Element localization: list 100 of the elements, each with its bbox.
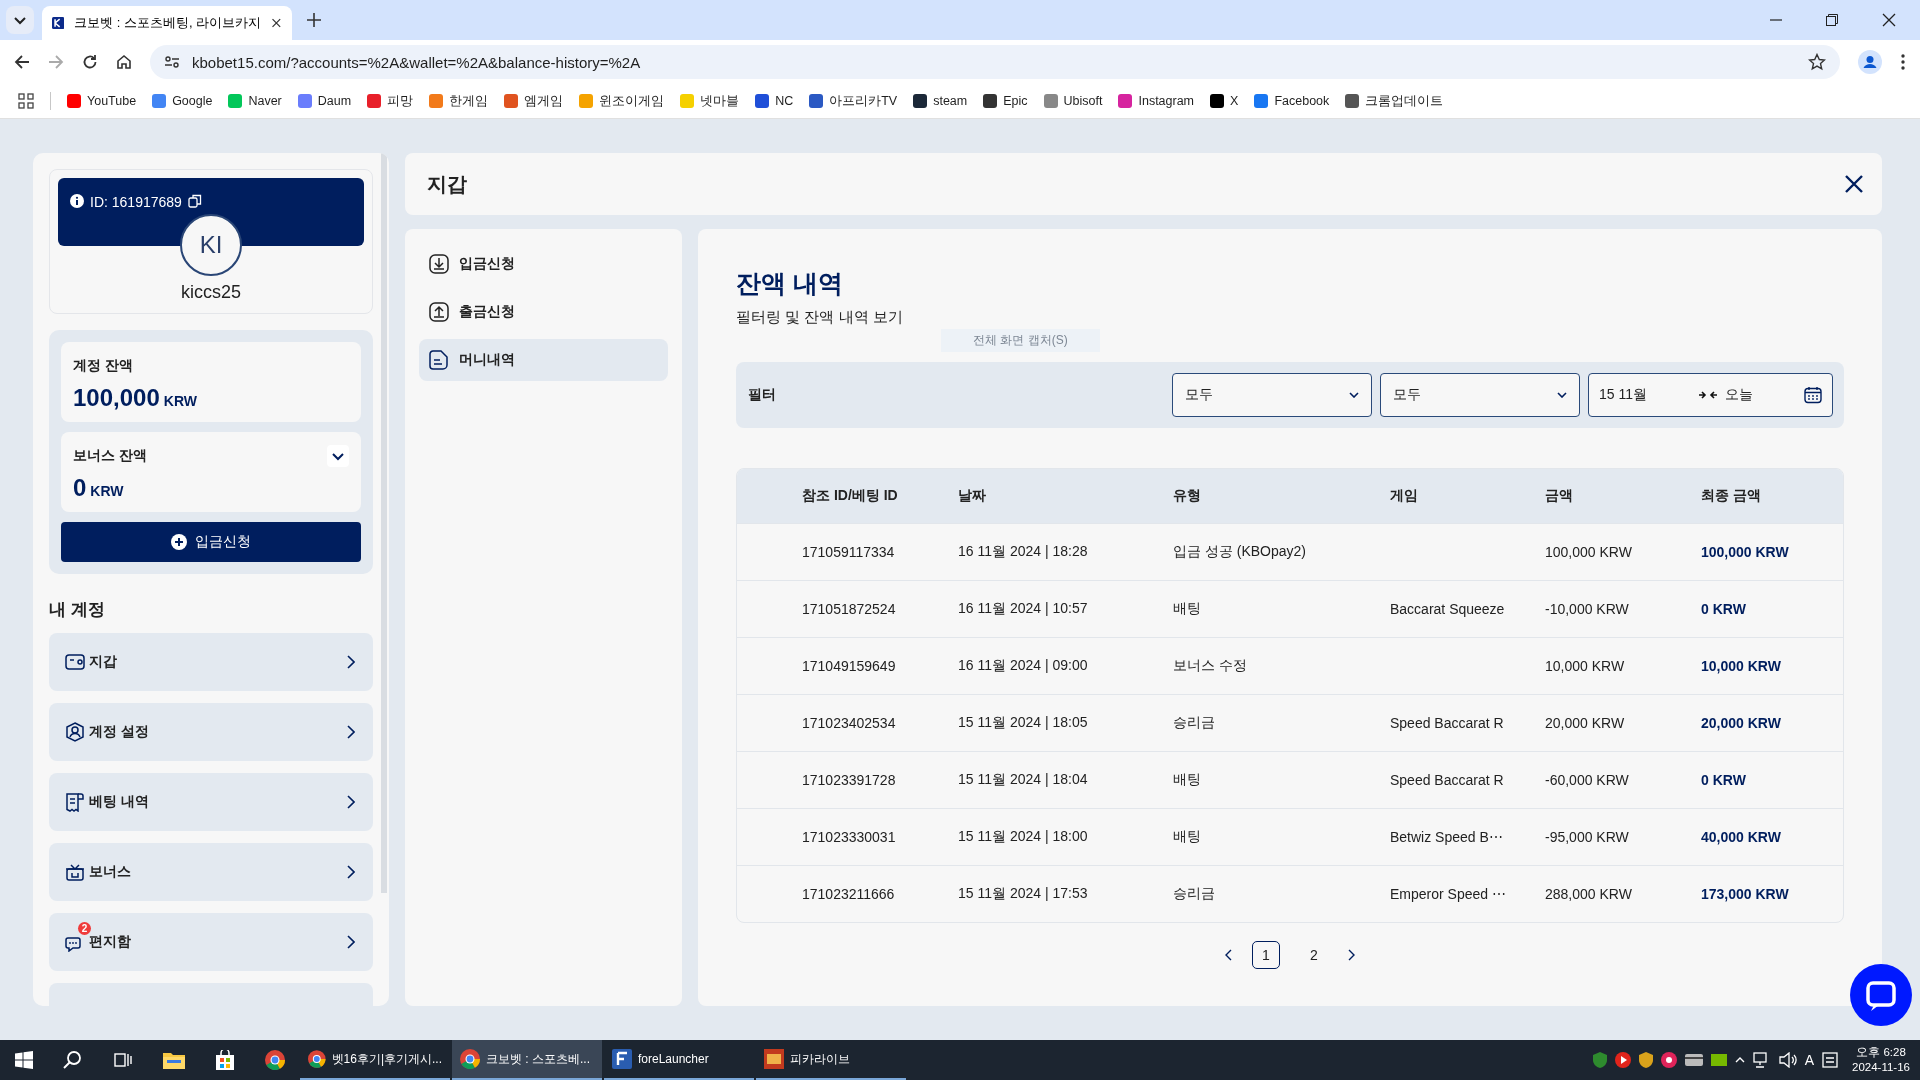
page-button[interactable]: 1 bbox=[1252, 941, 1280, 969]
more-icon[interactable] bbox=[1900, 53, 1906, 71]
bookmark-link[interactable]: steam bbox=[933, 94, 968, 108]
taskbar-window[interactable]: foreLauncher bbox=[604, 1040, 754, 1080]
restore-icon[interactable] bbox=[1826, 14, 1838, 26]
wallet-icon bbox=[65, 652, 85, 672]
menu-item[interactable]: 베팅 내역 bbox=[49, 773, 373, 831]
bookmark-link[interactable]: Facebook bbox=[1274, 94, 1330, 108]
bookmark-link[interactable]: 엠게임 bbox=[524, 92, 564, 110]
browser-tab[interactable]: 크보벳 : 스포츠베팅, 라이브카지 bbox=[42, 6, 292, 40]
bookmark-link[interactable]: 피망 bbox=[387, 92, 414, 110]
menu-item[interactable]: 지갑 bbox=[49, 633, 373, 691]
bookmark-icon[interactable] bbox=[1345, 94, 1360, 108]
deposit-button[interactable]: 입금신청 bbox=[61, 522, 361, 562]
bookmark-link[interactable]: Epic bbox=[1003, 94, 1028, 108]
page-button[interactable]: 2 bbox=[1300, 941, 1328, 969]
taskbar-window[interactable]: 벳16후기|후기게시... bbox=[300, 1040, 450, 1080]
table-cell-text: 173,000 KRW bbox=[1701, 886, 1790, 902]
chevron-left-icon[interactable] bbox=[1224, 949, 1232, 961]
bookmark-link[interactable]: Daum bbox=[317, 94, 352, 108]
bookmark-link[interactable]: 넷마블 bbox=[700, 92, 740, 110]
tab-list-icon[interactable] bbox=[6, 6, 34, 34]
menu-item[interactable]: 보너스 bbox=[49, 843, 373, 901]
clock-time: 오후 6:28 bbox=[1856, 1045, 1906, 1060]
windows-icon[interactable] bbox=[15, 1051, 33, 1069]
bookmark-icon[interactable] bbox=[809, 94, 824, 108]
copy-icon[interactable] bbox=[187, 194, 202, 208]
back-icon[interactable] bbox=[14, 54, 30, 70]
new-tab-icon[interactable] bbox=[306, 12, 322, 28]
table-cell-text: 20,000 KRW bbox=[1701, 715, 1782, 731]
task-view-icon[interactable] bbox=[113, 1051, 133, 1069]
wallet-title: 지갑 bbox=[427, 171, 467, 197]
bookmark-icon[interactable] bbox=[1210, 94, 1225, 108]
table-cell-text: 171023211666 bbox=[802, 886, 896, 902]
submenu-item[interactable]: 출금신청 bbox=[419, 291, 668, 333]
bookmark-icon[interactable] bbox=[983, 94, 998, 108]
search-icon[interactable] bbox=[63, 1050, 83, 1070]
table-cell-text: -60,000 KRW bbox=[1545, 772, 1630, 788]
chevron-right-icon[interactable] bbox=[1348, 949, 1356, 961]
clock-date: 2024-11-16 bbox=[1852, 1060, 1910, 1075]
table-cell-text: Betwiz Speed B⋯ bbox=[1390, 829, 1504, 845]
speaker-icon bbox=[1778, 1052, 1797, 1068]
home-icon[interactable] bbox=[116, 54, 132, 70]
store-icon[interactable] bbox=[215, 1050, 235, 1070]
page-heading: 잔액 내역 bbox=[736, 268, 844, 299]
profile-icon[interactable] bbox=[1858, 50, 1882, 74]
tab-title: 크보벳 : 스포츠베팅, 라이브카지 bbox=[74, 14, 262, 32]
info-icon bbox=[70, 194, 84, 208]
receipt-icon bbox=[65, 792, 85, 812]
table-cell-text: 입금 성공 (KBOpay2) bbox=[1173, 543, 1308, 561]
address-bar[interactable]: kbobet15.com/?accounts=%2A&wallet=%2A&balance-history=%2A bbox=[150, 45, 1840, 79]
bookmark-link[interactable]: Naver bbox=[248, 94, 282, 108]
folder-icon[interactable] bbox=[163, 1051, 185, 1069]
document-icon bbox=[429, 350, 449, 370]
submenu-item[interactable]: 입금신청 bbox=[419, 243, 668, 285]
date-range-field[interactable]: 15 11월 오늘 bbox=[1588, 373, 1833, 417]
taskbar-window[interactable]: 피카라이브 bbox=[756, 1040, 906, 1080]
table-cell-text: Baccarat Squeeze bbox=[1390, 601, 1506, 617]
menu-item[interactable]: 2 편지함 bbox=[49, 913, 373, 971]
site-icon bbox=[52, 15, 65, 31]
chevron-down-icon bbox=[1557, 392, 1567, 398]
dropdown[interactable]: 모두 bbox=[1172, 373, 1372, 417]
bookmark-link[interactable]: NC bbox=[775, 94, 794, 108]
bookmark-icon[interactable] bbox=[913, 94, 928, 108]
bookmark-link[interactable]: Instagram bbox=[1138, 94, 1195, 108]
bookmark-icon[interactable] bbox=[755, 94, 770, 108]
apps-icon[interactable] bbox=[18, 93, 34, 109]
submenu-item[interactable]: 머니내역 bbox=[419, 339, 668, 381]
bookmark-link[interactable]: X bbox=[1230, 94, 1239, 108]
currency-label: KRW bbox=[90, 483, 124, 499]
taskbar-window[interactable]: 크보벳 : 스포츠베... bbox=[452, 1040, 602, 1080]
table-cell-text: 171059117334 bbox=[802, 544, 896, 560]
chrome-icon bbox=[460, 1049, 480, 1069]
close-icon[interactable] bbox=[1882, 13, 1896, 27]
section-title: 내 계정 bbox=[49, 599, 106, 621]
star-icon[interactable] bbox=[1808, 53, 1826, 71]
shield-icon bbox=[1638, 1052, 1653, 1068]
menu-item[interactable]: 계정 설정 bbox=[49, 703, 373, 761]
chat-button[interactable] bbox=[1850, 964, 1912, 1026]
bookmark-link[interactable]: Google bbox=[172, 94, 213, 108]
table-cell-text: 15 11월 2024 | 18:04 bbox=[958, 771, 1089, 789]
table-cell-text: 15 11월 2024 | 17:53 bbox=[958, 885, 1089, 903]
balance-label: 보너스 잔액 bbox=[73, 447, 147, 465]
reload-icon[interactable] bbox=[82, 54, 98, 70]
table-cell-text: 배팅 bbox=[1173, 771, 1202, 789]
table-cell-text: 171023402534 bbox=[802, 715, 897, 731]
bookmark-link[interactable]: 크롬업데이트 bbox=[1365, 92, 1444, 110]
bookmark-link[interactable]: 한게임 bbox=[449, 92, 489, 110]
close-icon[interactable] bbox=[1844, 174, 1864, 194]
notification-badge: 2 bbox=[78, 922, 91, 935]
bookmark-link[interactable]: 윈조이게임 bbox=[599, 92, 665, 110]
scrollbar[interactable] bbox=[381, 153, 387, 893]
bookmark-link[interactable]: 아프리카TV bbox=[829, 92, 898, 110]
expand-button[interactable] bbox=[327, 445, 349, 467]
chrome-icon[interactable] bbox=[265, 1050, 285, 1070]
input-mode-indicator[interactable]: A bbox=[1804, 1052, 1814, 1068]
bookmark-link[interactable]: Ubisoft bbox=[1063, 94, 1103, 108]
dropdown[interactable]: 모두 bbox=[1380, 373, 1580, 417]
bookmark-link[interactable]: YouTube bbox=[87, 94, 137, 108]
close-icon[interactable] bbox=[271, 16, 282, 30]
